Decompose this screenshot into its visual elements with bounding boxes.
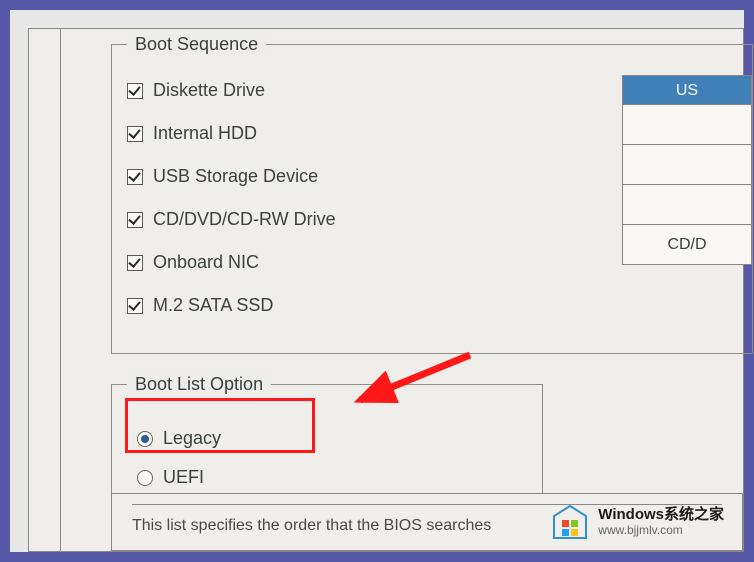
- checkbox-label: Diskette Drive: [153, 80, 265, 101]
- boot-order-table: US CD/D: [622, 75, 752, 265]
- checkbox-icon: [127, 212, 143, 228]
- checkbox-label: CD/DVD/CD-RW Drive: [153, 209, 336, 230]
- table-row[interactable]: [622, 185, 752, 225]
- checkbox-label: Internal HDD: [153, 123, 257, 144]
- radio-label: UEFI: [163, 467, 204, 488]
- checkbox-icon: [127, 298, 143, 314]
- checkbox-icon: [127, 83, 143, 99]
- checkbox-icon: [127, 169, 143, 185]
- radio-icon: [137, 470, 153, 486]
- bios-settings-panel: Boot Sequence Diskette Drive Internal HD…: [60, 28, 744, 552]
- checkbox-icon: [127, 126, 143, 142]
- radio-label: Legacy: [163, 428, 221, 449]
- boot-sequence-fieldset: Boot Sequence Diskette Drive Internal HD…: [111, 34, 753, 354]
- watermark-logo-icon: [550, 504, 590, 540]
- watermark: Windows系统之家 www.bjjmlv.com: [550, 504, 724, 540]
- checkbox-label: USB Storage Device: [153, 166, 318, 187]
- radio-row-legacy[interactable]: Legacy: [137, 428, 527, 449]
- description-text: This list specifies the order that the B…: [132, 517, 491, 534]
- boot-sequence-legend: Boot Sequence: [127, 34, 266, 55]
- checkbox-row-m2-sata[interactable]: M.2 SATA SSD: [127, 295, 752, 316]
- watermark-title: Windows系统之家: [598, 507, 724, 524]
- table-header[interactable]: US: [622, 75, 752, 105]
- radio-row-uefi[interactable]: UEFI: [137, 467, 527, 488]
- boot-list-option-legend: Boot List Option: [127, 374, 271, 395]
- table-row[interactable]: [622, 105, 752, 145]
- table-row[interactable]: CD/D: [622, 225, 752, 265]
- left-sidebar-gutter: [28, 28, 60, 552]
- checkbox-label: M.2 SATA SSD: [153, 295, 273, 316]
- watermark-url: www.bjjmlv.com: [598, 524, 724, 537]
- checkbox-label: Onboard NIC: [153, 252, 259, 273]
- table-row[interactable]: [622, 145, 752, 185]
- checkbox-icon: [127, 255, 143, 271]
- radio-icon: [137, 431, 153, 447]
